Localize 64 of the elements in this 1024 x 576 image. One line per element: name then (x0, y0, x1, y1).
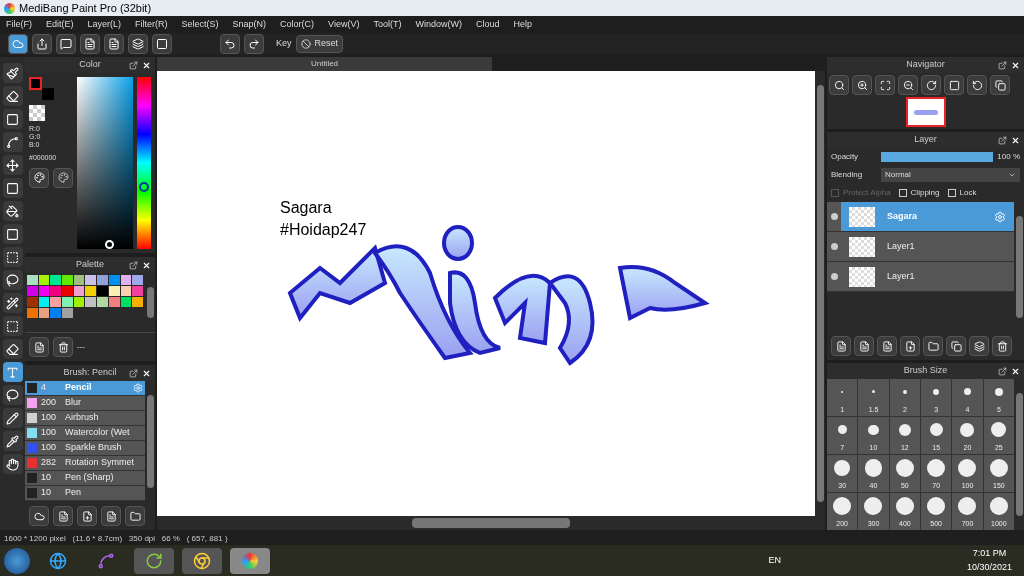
menu-item[interactable]: Cloud (475, 17, 500, 32)
brush-item[interactable]: 10 Pen (Sharp) (25, 471, 145, 486)
key-label: Key (276, 37, 292, 51)
status-text: 1600 * 1200 pixel (11.6 * 8.7cm) 350 dpi 66 % ( 657, 881 ) (4, 532, 228, 545)
reset-button[interactable]: Reset (295, 35, 344, 53)
option-checkbox[interactable]: Lock (947, 187, 977, 199)
brush-item[interactable]: 100 Sparkle Brush (25, 441, 145, 456)
brush-size: 100 (41, 411, 58, 425)
language-indicator[interactable]: EN (768, 553, 781, 568)
opacity-label: Opacity (831, 151, 860, 163)
panel-title: Brush Size (903, 364, 948, 378)
brush-name: Pen (Sharp) (65, 471, 115, 485)
brush-item[interactable]: 10 Pen (25, 486, 145, 501)
canvas-text: #Hoidap247 (280, 220, 368, 240)
brush-size: 10 (41, 486, 52, 500)
canvas-text: Sagara (280, 198, 333, 218)
menu-item[interactable]: Layer(L) (87, 17, 122, 32)
opacity-value: 100 % (997, 151, 1020, 163)
menu-item[interactable]: Snap(N) (232, 17, 267, 32)
layer-item[interactable]: Layer1 (827, 262, 1014, 292)
menu-item[interactable]: Filter(R) (135, 17, 168, 32)
option-checkbox[interactable]: Clipping (898, 187, 940, 199)
clock-time[interactable]: 7:01 PM (972, 547, 1007, 561)
brush-size: 200 (41, 396, 58, 410)
layer-name: Layer1 (887, 269, 916, 283)
menu-item[interactable]: Edit(E) (46, 17, 74, 32)
brush-size: 100 (41, 426, 58, 440)
panel-title: Palette (76, 258, 104, 272)
panel-title: Color (79, 58, 101, 72)
canvas[interactable]: Sagara #Hoidap247 (157, 71, 815, 516)
panel-title: Brush: Pencil (63, 366, 117, 380)
brush-size: 4 (41, 381, 47, 395)
palette-name: --- (77, 341, 85, 353)
clock-date[interactable]: 10/30/2021 (966, 560, 1012, 574)
layer-name: Sagara (887, 209, 919, 223)
brush-item[interactable]: 282 Rotation Symmet (25, 456, 145, 471)
layer-item[interactable]: Layer1 (827, 232, 1014, 262)
brush-item[interactable]: 100 Watercolor (Wet (25, 426, 145, 441)
panel-title: Layer (914, 133, 937, 147)
menu-item[interactable]: Window(W) (415, 17, 462, 32)
brush-size: 282 (41, 456, 58, 470)
brush-name: Airbrush (65, 411, 100, 425)
brush-item[interactable]: 200 Blur (25, 396, 145, 411)
brush-size: 10 (41, 471, 52, 485)
blending-dropdown[interactable]: Normal (881, 168, 1020, 182)
blending-label: Blending (831, 169, 864, 181)
menu-item[interactable]: Color(C) (280, 17, 315, 32)
document-tab[interactable]: Untitled (157, 57, 492, 71)
brush-name: Pen (65, 486, 82, 500)
brush-name: Watercolor (Wet (65, 426, 131, 440)
brush-name: Rotation Symmet (65, 456, 136, 470)
menu-item[interactable]: Help (513, 17, 532, 32)
menu-item[interactable]: Tool(T) (373, 17, 402, 32)
layer-name: Layer1 (887, 239, 916, 253)
menu-item[interactable]: Select(S) (181, 17, 219, 32)
panel-title: Navigator (906, 58, 945, 72)
brush-name: Pencil (65, 381, 93, 395)
menu-item[interactable]: File(F) (6, 17, 32, 32)
brush-name: Sparkle Brush (65, 441, 123, 455)
brush-item[interactable]: 100 Airbrush (25, 411, 145, 426)
brush-size: 100 (41, 441, 58, 455)
menu-item[interactable]: View(V) (328, 17, 360, 32)
brush-name: Blur (65, 396, 82, 410)
window-title: MediBang Paint Pro (32bit) (19, 0, 152, 16)
